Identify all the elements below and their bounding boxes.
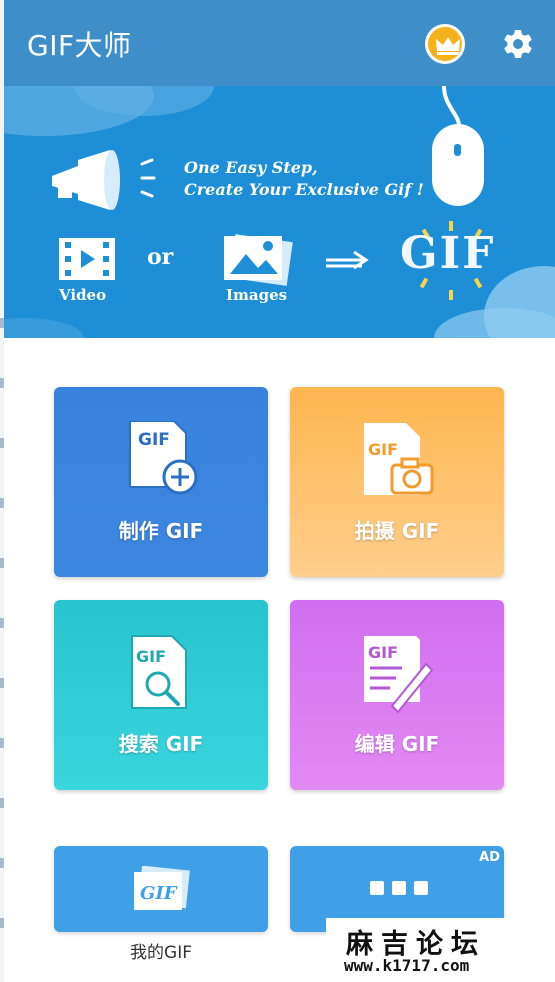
crown-icon [436, 37, 460, 55]
app-window: GIF大师 One Easy Step, Create Your Exclusi… [4, 0, 555, 982]
gif-camera-icon: GIF [364, 423, 434, 495]
ad-badge: AD [479, 850, 500, 865]
banner-tagline-2: Create Your Exclusive Gif ! [184, 180, 424, 199]
banner-gif-text: GIF [400, 228, 496, 279]
watermark-url: www.k1717.com [344, 956, 470, 975]
gear-icon[interactable] [502, 28, 534, 60]
shoot-gif-tile[interactable]: GIF 拍摄 GIF [290, 387, 504, 577]
gif-stack-icon: GIF [134, 866, 190, 910]
banner-tagline-1: One Easy Step, [184, 158, 318, 177]
search-gif-label: 搜索 GIF [118, 732, 204, 756]
gif-search-icon: GIF [131, 635, 187, 709]
edit-gif-tile[interactable]: GIF 编辑 GIF [290, 600, 504, 790]
svg-text:GIF: GIF [368, 440, 398, 459]
make-gif-tile[interactable]: GIF 制作 GIF [54, 387, 268, 577]
svg-text:GIF: GIF [140, 883, 178, 904]
more-dots-icon [370, 880, 436, 899]
banner-images-label: Images [226, 286, 288, 304]
app-title: GIF大师 [27, 29, 132, 62]
my-gif-label: 我的GIF [130, 943, 192, 963]
make-gif-label: 制作 GIF [118, 519, 204, 543]
gif-edit-icon: GIF [364, 636, 434, 714]
app-header: GIF大师 [4, 0, 555, 86]
gif-add-icon: GIF [129, 421, 198, 495]
promo-banner[interactable]: One Easy Step, Create Your Exclusive Gif… [4, 86, 555, 338]
vip-button[interactable] [425, 24, 465, 64]
svg-text:GIF: GIF [368, 643, 398, 662]
svg-text:GIF: GIF [136, 647, 166, 666]
edit-gif-label: 编辑 GIF [354, 732, 440, 756]
site-watermark: 麻吉论坛 www.k1717.com [326, 918, 516, 980]
svg-text:GIF: GIF [138, 430, 170, 450]
shoot-gif-label: 拍摄 GIF [354, 519, 440, 543]
search-gif-tile[interactable]: GIF 搜索 GIF [54, 600, 268, 790]
my-gif-tile[interactable]: GIF [54, 846, 268, 932]
banner-video-label: Video [59, 286, 107, 304]
banner-or-label: or [147, 244, 174, 270]
